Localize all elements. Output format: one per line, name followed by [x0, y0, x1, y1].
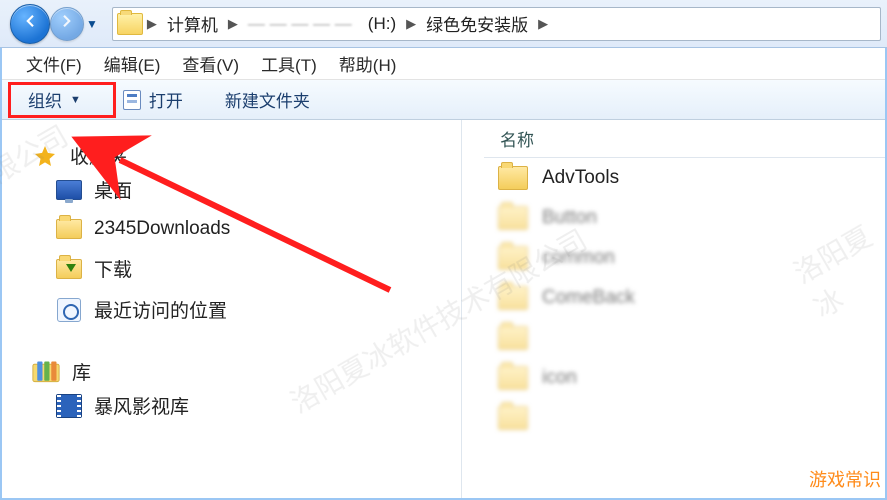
arrow-right-icon — [58, 12, 76, 35]
navpane-item-recent-places[interactable]: 最近访问的位置 — [32, 289, 451, 330]
document-icon — [123, 90, 141, 110]
chevron-right-icon: ▶ — [226, 16, 240, 32]
folder-icon — [498, 286, 528, 310]
file-item[interactable] — [484, 398, 885, 438]
new-folder-label: 新建文件夹 — [225, 87, 310, 112]
navpane-item-label: 2345Downloads — [94, 218, 230, 240]
breadcrumb-segment[interactable]: (H:) — [360, 8, 404, 40]
command-bar: 组织 ▼ 打开 新建文件夹 — [2, 80, 885, 120]
file-item-label: AdvTools — [542, 167, 619, 189]
folder-icon — [498, 326, 528, 350]
navpane-item-label: 下载 — [94, 255, 132, 282]
navigation-pane: 收藏夹 桌面 2345Downloads 下载 最近访问的位置 — [2, 120, 462, 498]
file-item-label: ComeBack — [542, 287, 635, 309]
folder-icon — [498, 366, 528, 390]
file-item[interactable]: Button — [484, 198, 885, 238]
file-item[interactable] — [484, 318, 885, 358]
file-item[interactable]: common — [484, 238, 885, 278]
address-bar[interactable]: ▶ 计算机 ▶ — — — — — (H:) ▶ 绿色免安装版 ▶ — [112, 7, 881, 41]
organize-label: 组织 — [28, 87, 62, 112]
libraries-label: 库 — [72, 358, 91, 385]
film-icon — [56, 394, 82, 418]
file-item-label: Button — [542, 207, 597, 229]
chevron-down-icon: ▼ — [70, 94, 81, 106]
chevron-right-icon: ▶ — [145, 16, 159, 32]
breadcrumb-segment[interactable]: 绿色免安装版 — [418, 7, 536, 41]
organize-menu-button[interactable]: 组织 ▼ — [18, 83, 91, 116]
star-icon — [32, 144, 58, 168]
file-item-label: icon — [542, 367, 577, 389]
breadcrumb-segment[interactable]: — — — — — — [240, 8, 360, 40]
open-button[interactable]: 打开 — [113, 83, 193, 116]
file-item[interactable]: ComeBack — [484, 278, 885, 318]
navpane-item-2345downloads[interactable]: 2345Downloads — [32, 210, 451, 248]
monitor-icon — [56, 180, 82, 200]
navpane-item-storm-video-library[interactable]: 暴风影视库 — [32, 385, 451, 426]
file-item-label: common — [542, 247, 615, 269]
menu-edit[interactable]: 编辑(E) — [94, 47, 171, 80]
chevron-right-icon: ▶ — [536, 16, 550, 32]
folder-icon — [498, 166, 528, 190]
menubar: 文件(F) 编辑(E) 查看(V) 工具(T) 帮助(H) — [2, 48, 885, 80]
nav-back-button[interactable] — [10, 4, 50, 44]
navpane-item-label: 最近访问的位置 — [94, 296, 227, 323]
chevron-right-icon: ▶ — [404, 16, 418, 32]
libraries-icon — [32, 360, 60, 384]
folder-icon — [117, 13, 143, 35]
folder-icon — [498, 246, 528, 270]
content-pane: 名称 AdvTools Button common ComeBack — [462, 120, 885, 498]
navpane-item-downloads[interactable]: 下载 — [32, 248, 451, 289]
breadcrumb-segment[interactable]: 计算机 — [159, 7, 226, 41]
file-item[interactable]: AdvTools — [484, 158, 885, 198]
file-item[interactable]: icon — [484, 358, 885, 398]
folder-icon — [498, 406, 528, 430]
menu-tools[interactable]: 工具(T) — [251, 47, 327, 80]
navpane-item-label: 暴风影视库 — [94, 392, 189, 419]
folder-icon — [498, 206, 528, 230]
explorer-window: 文件(F) 编辑(E) 查看(V) 工具(T) 帮助(H) 组织 ▼ 打开 新建… — [0, 48, 887, 500]
recent-places-icon — [57, 298, 81, 322]
navpane-item-label: 桌面 — [94, 176, 132, 203]
column-header-name[interactable]: 名称 — [484, 120, 885, 158]
arrow-left-icon — [21, 12, 39, 35]
download-folder-icon — [56, 259, 82, 279]
menu-view[interactable]: 查看(V) — [172, 47, 249, 80]
folder-icon — [56, 219, 82, 239]
nav-history-dropdown[interactable]: ▼ — [86, 17, 98, 31]
menu-file[interactable]: 文件(F) — [16, 47, 92, 80]
new-folder-button[interactable]: 新建文件夹 — [215, 83, 320, 116]
favorites-label: 收藏夹 — [70, 142, 127, 169]
libraries-header[interactable]: 库 — [32, 358, 451, 385]
menu-help[interactable]: 帮助(H) — [329, 47, 407, 80]
favorites-header[interactable]: 收藏夹 — [32, 142, 451, 169]
nav-forward-button[interactable] — [50, 7, 84, 41]
open-label: 打开 — [149, 87, 183, 112]
navigation-strip: ▼ ▶ 计算机 ▶ — — — — — (H:) ▶ 绿色免安装版 ▶ — [0, 0, 887, 48]
navpane-item-desktop[interactable]: 桌面 — [32, 169, 451, 210]
